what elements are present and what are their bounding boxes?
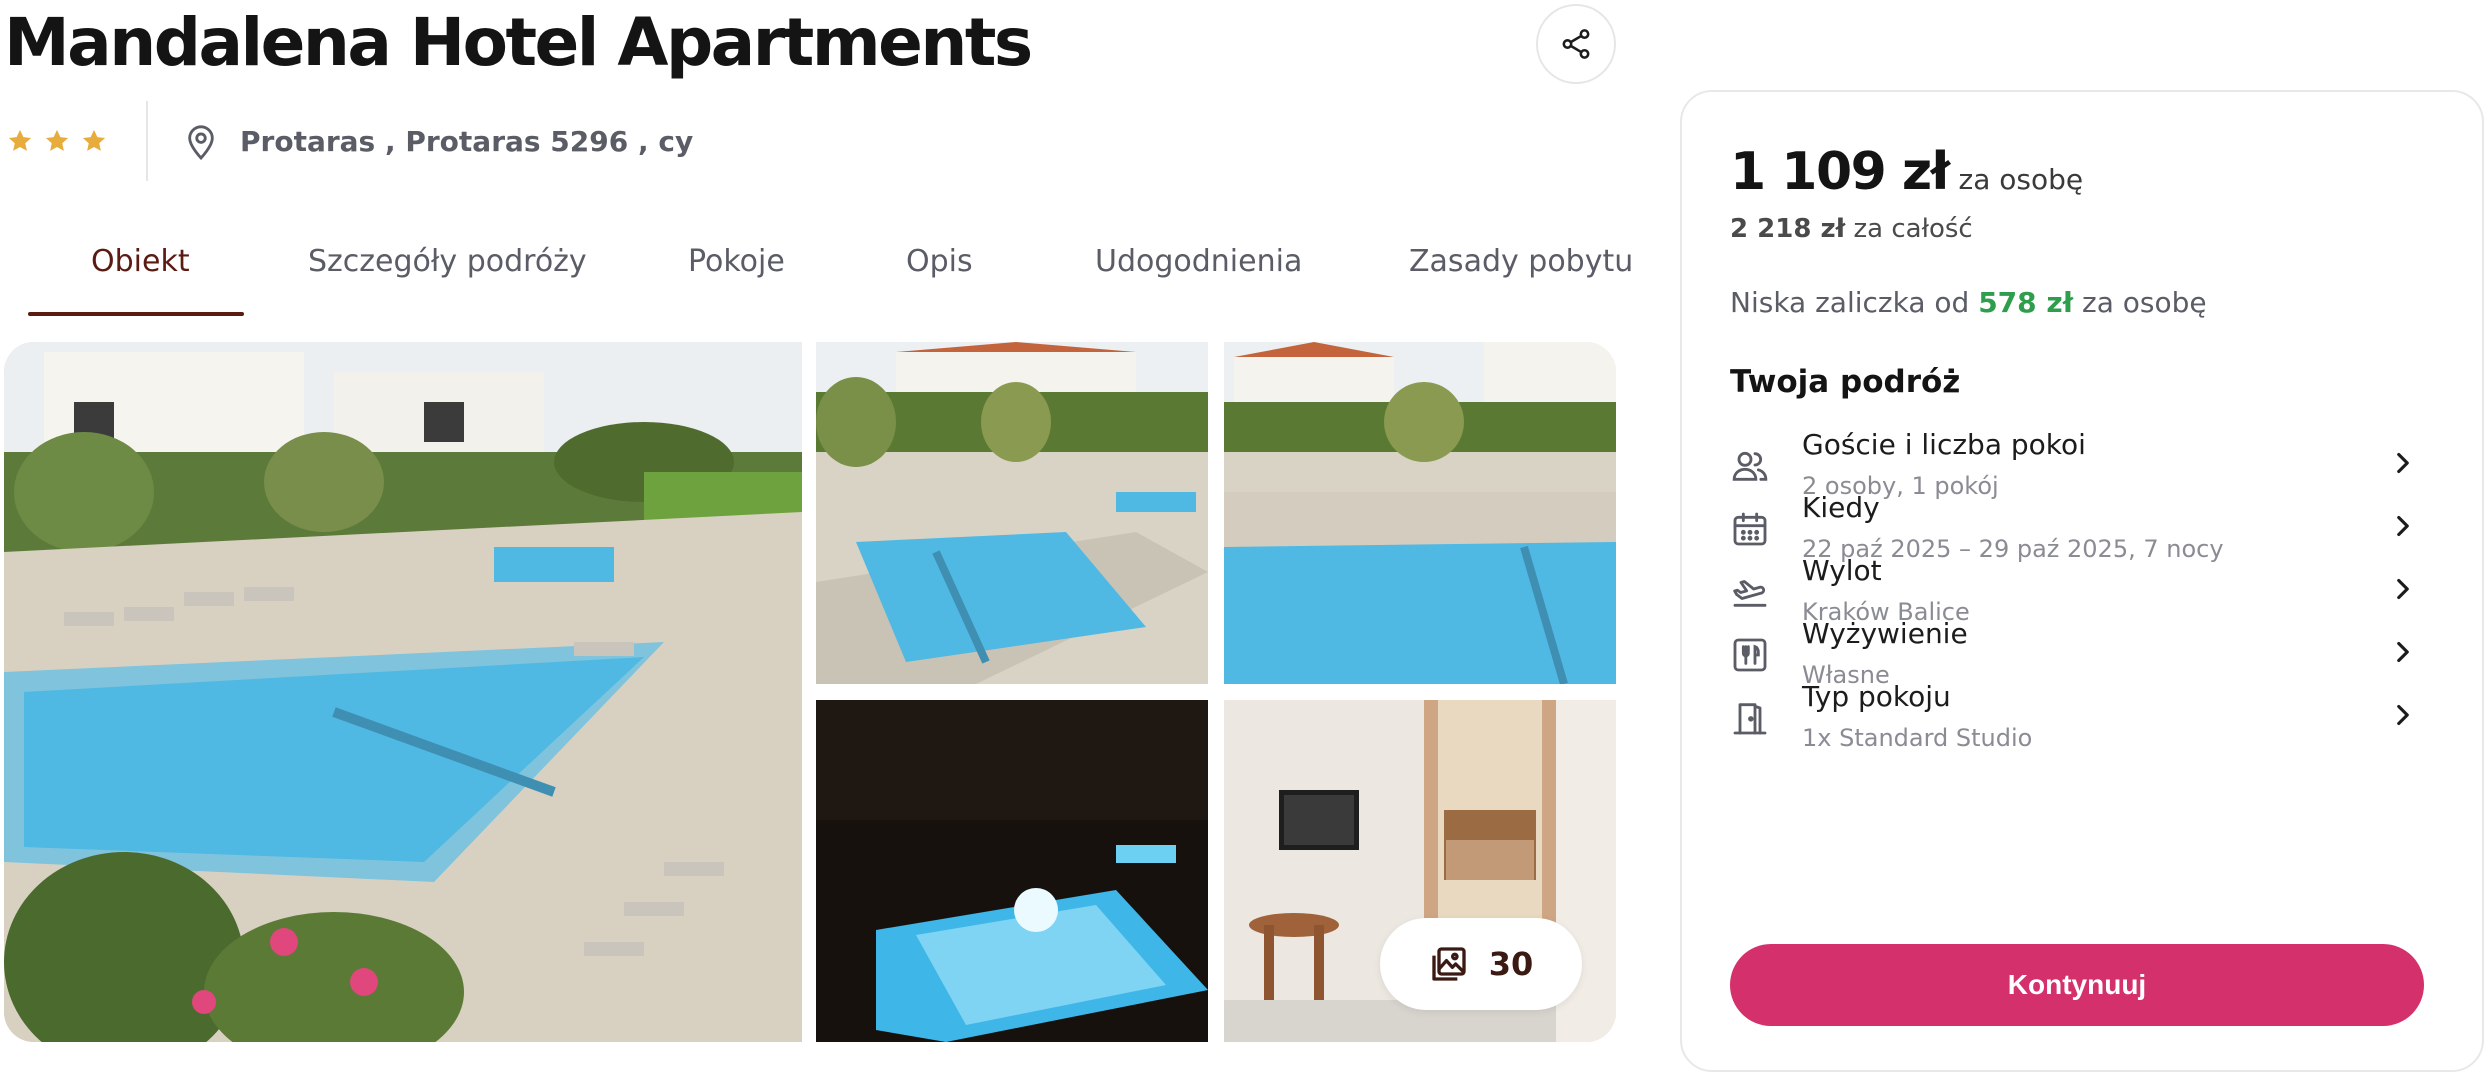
photo-gallery [4, 342, 1616, 1042]
hotel-title: Mandalena Hotel Apartments [4, 4, 1033, 81]
section-tabs: Obiekt Szczegóły podróży Pokoje Opis Udo… [28, 236, 1633, 316]
gallery-photo[interactable] [816, 700, 1208, 1042]
trip-heading: Twoja podróż [1730, 364, 1961, 400]
tab-szczegoly-podrozy[interactable]: Szczegóły podróży [308, 244, 587, 279]
continue-button[interactable]: Kontynuuj [1730, 944, 2424, 1026]
tab-pokoje[interactable]: Pokoje [688, 244, 785, 279]
meal-icon [1733, 638, 1767, 672]
tab-opis[interactable]: Opis [906, 244, 973, 279]
trip-row-title: Wyżywienie [1802, 617, 1968, 650]
deposit-prefix: Niska zaliczka od [1730, 286, 1970, 319]
gallery-photo[interactable] [816, 342, 1208, 684]
chevron-right-icon [2397, 452, 2409, 474]
door-icon [1733, 703, 1767, 735]
divider [146, 101, 148, 181]
hotel-location: Protaras , Protaras 5296 , cy [184, 121, 693, 161]
price-amount: 1 109 zł [1730, 142, 1950, 202]
booking-card: 1 109 zł za osobę 2 218 zł za całość Nis… [1680, 90, 2484, 1072]
trip-row-title: Goście i liczba pokoi [1802, 428, 2086, 461]
rating-location-row: Protaras , Protaras 5296 , cy [6, 101, 693, 181]
star-icon [45, 129, 69, 151]
gallery-photo[interactable] [1224, 342, 1616, 684]
tab-zasady-pobytu[interactable]: Zasady pobytu [1409, 244, 1633, 279]
chevron-right-icon [2397, 578, 2409, 600]
chevron-right-icon [2397, 515, 2409, 537]
share-icon [1562, 29, 1590, 59]
star-rating [6, 127, 108, 155]
star-icon [82, 129, 106, 151]
active-tab-indicator [28, 312, 244, 316]
photo-count: 30 [1488, 945, 1534, 983]
calendar-icon [1733, 512, 1767, 546]
location-pin-icon [188, 125, 214, 161]
plane-departure-icon [1733, 580, 1767, 607]
trip-row-title: Wylot [1802, 554, 1882, 587]
chevron-right-icon [2397, 641, 2409, 663]
price-per-person: 1 109 zł za osobę [1730, 142, 2083, 202]
deposit-info: Niska zaliczka od 578 zł za osobę [1730, 286, 2207, 319]
total-amount: 2 218 zł [1730, 214, 1846, 244]
share-button[interactable] [1536, 4, 1616, 84]
deposit-unit: za osobę [2082, 286, 2207, 319]
trip-row-title: Typ pokoju [1802, 680, 1951, 713]
trip-row-value: 1x Standard Studio [1802, 724, 2033, 752]
price-total: 2 218 zł za całość [1730, 214, 1973, 244]
trip-row-room-type[interactable]: Typ pokoju 1x Standard Studio [1730, 680, 2420, 772]
location-text: Protaras , Protaras 5296 , cy [240, 124, 694, 158]
price-unit: za osobę [1958, 163, 2084, 196]
deposit-amount: 578 zł [1978, 286, 2074, 319]
tab-udogodnienia[interactable]: Udogodnienia [1095, 244, 1302, 279]
gallery-icon [1432, 947, 1466, 981]
main-photo[interactable] [4, 342, 802, 1042]
total-unit: za całość [1853, 214, 1973, 244]
tab-obiekt[interactable]: Obiekt [91, 244, 190, 279]
all-photos-button[interactable]: 30 [1380, 918, 1582, 1010]
guests-icon [1732, 451, 1768, 481]
star-icon [8, 129, 32, 151]
trip-row-title: Kiedy [1802, 491, 1880, 524]
chevron-right-icon [2397, 704, 2409, 726]
